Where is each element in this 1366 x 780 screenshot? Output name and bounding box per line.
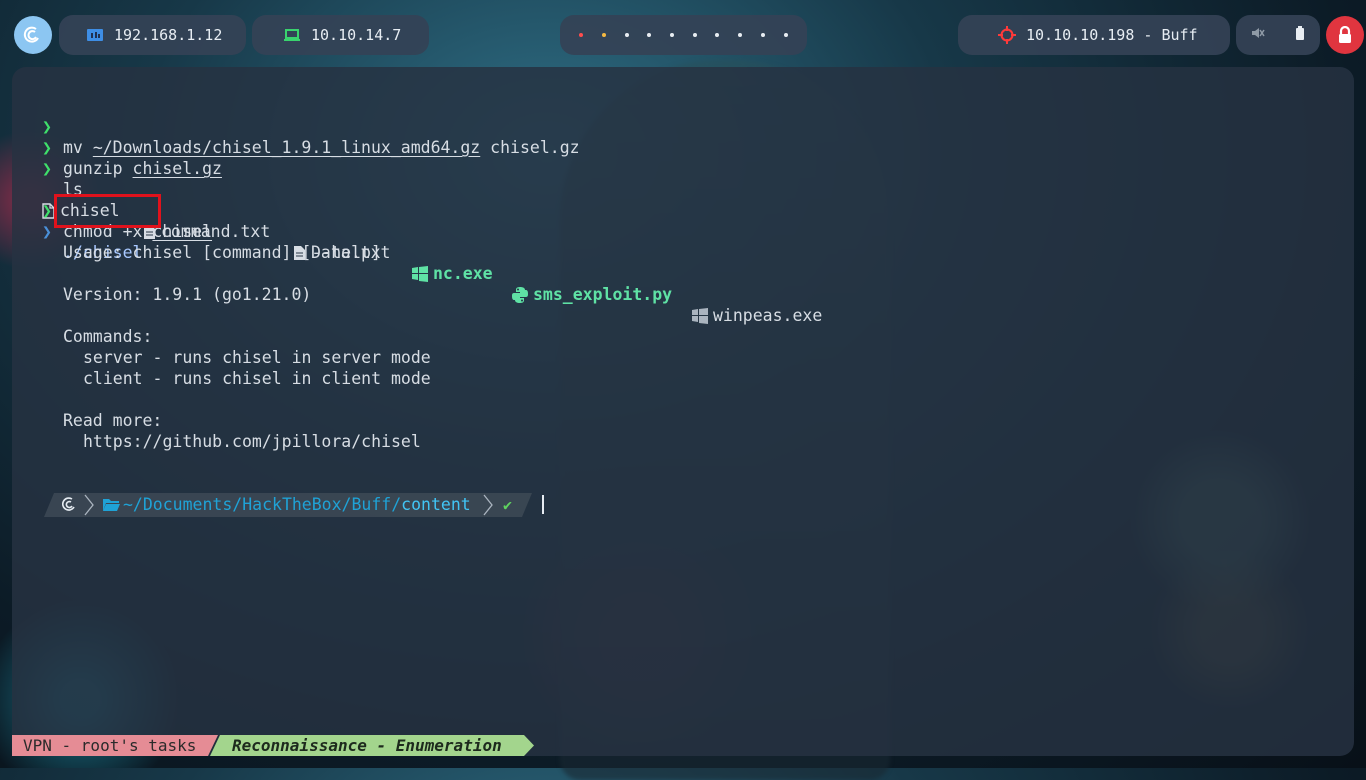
target-widget[interactable]: 10.10.10.198 - Buff (958, 15, 1230, 55)
history-line-chmod: ❯ chmod +x chisel (12, 179, 1354, 241)
read-more-line: Read more: (12, 410, 1354, 431)
prompt-line[interactable]: ~/Documents/HackTheBox/Buff/content ✔ (12, 493, 1354, 517)
usage-text: Usage: chisel [command] [--help] (63, 243, 381, 262)
commands-header: Commands: (63, 327, 153, 346)
workspace-indicator[interactable] (560, 15, 807, 55)
path-current-dir: content (401, 495, 471, 514)
highlight-box (54, 194, 161, 228)
phase-label[interactable]: Reconnaissance - Enumeration (210, 735, 534, 756)
github-url[interactable]: https://github.com/jpillora/chisel (83, 431, 421, 452)
lock-icon (1339, 26, 1351, 43)
top-bar: 192.168.1.12 10.10.14.7 10.10.10.198 - B… (0, 0, 1366, 68)
vpn-ip-widget[interactable]: 10.10.14.7 (252, 15, 429, 55)
status-check-icon: ✔ (503, 496, 513, 514)
client-command-line: client - runs chisel in client mode (12, 368, 1354, 389)
url-line: https://github.com/jpillora/chisel (12, 431, 1354, 452)
target-text: 10.10.10.198 - Buff (1026, 26, 1198, 44)
workspace-dot-7[interactable] (715, 33, 720, 37)
text-cursor (542, 495, 544, 514)
folder-icon (103, 497, 120, 516)
network-folder-icon (86, 26, 104, 44)
workspace-dot-4[interactable] (647, 33, 652, 37)
version-text: Version: 1.9.1 (go1.21.0) (63, 285, 312, 304)
server-command-line: server - runs chisel in server mode (12, 347, 1354, 368)
battery-icon[interactable] (1295, 26, 1305, 44)
workspace-dot-10[interactable] (783, 33, 788, 37)
status-bar: VPN - root's tasks Reconnaissance - Enum… (12, 735, 552, 757)
local-ip-text: 192.168.1.12 (114, 26, 223, 44)
chevron-right-icon (84, 494, 94, 520)
workspace-dot-1[interactable] (579, 33, 584, 37)
workspace-dot-5[interactable] (670, 33, 675, 37)
path-prefix: ~/Documents/HackTheBox/Buff/ (123, 495, 402, 514)
crosshair-icon (998, 26, 1016, 44)
chevron-right-icon (483, 494, 493, 520)
laptop-icon (283, 26, 301, 44)
workspace-dot-3[interactable] (624, 33, 629, 37)
lock-button[interactable] (1326, 16, 1364, 54)
system-tray (1236, 15, 1320, 55)
history-line-mv: ❯ mv ~/Downloads/chisel_1.9.1_linux_amd6… (12, 95, 1354, 157)
workspace-dot-8[interactable] (738, 33, 743, 37)
terminal-window[interactable]: ❯ mv ~/Downloads/chisel_1.9.1_linux_amd6… (12, 67, 1354, 756)
usage-line: Usage: chisel [command] [--help] (12, 242, 1354, 263)
history-line-ls: ❯ ls (12, 137, 1354, 199)
current-path: ~/Documents/HackTheBox/Buff/content (123, 494, 471, 516)
debian-swirl-icon (61, 496, 78, 516)
server-command-text: server - runs chisel in server mode (83, 348, 431, 367)
ls-output-line: chisel command.txt Data.txt nc.exe sms_e… (12, 158, 1354, 325)
debian-logo-button[interactable] (14, 16, 52, 54)
workspace-dot-6[interactable] (692, 33, 697, 37)
read-more-text: Read more: (63, 411, 163, 430)
terminal-output: ❯ mv ~/Downloads/chisel_1.9.1_linux_amd6… (12, 95, 1354, 452)
client-command-text: client - runs chisel in client mode (83, 369, 431, 388)
workspace-dot-9[interactable] (760, 33, 765, 37)
history-line-gunzip: ❯ gunzip chisel.gz (12, 116, 1354, 178)
mute-icon[interactable] (1251, 26, 1265, 44)
workspace-dot-2[interactable] (602, 33, 607, 37)
vpn-ip-text: 10.10.14.7 (311, 26, 402, 44)
debian-swirl-icon (23, 26, 39, 43)
commands-header-line: Commands: (12, 326, 1354, 347)
version-line: Version: 1.9.1 (go1.21.0) (12, 284, 1354, 305)
vpn-tasks-label[interactable]: VPN - root's tasks (12, 735, 218, 756)
local-ip-widget[interactable]: 192.168.1.12 (59, 15, 246, 55)
history-line-run-chisel: ❯ ./chisel (12, 200, 1354, 262)
